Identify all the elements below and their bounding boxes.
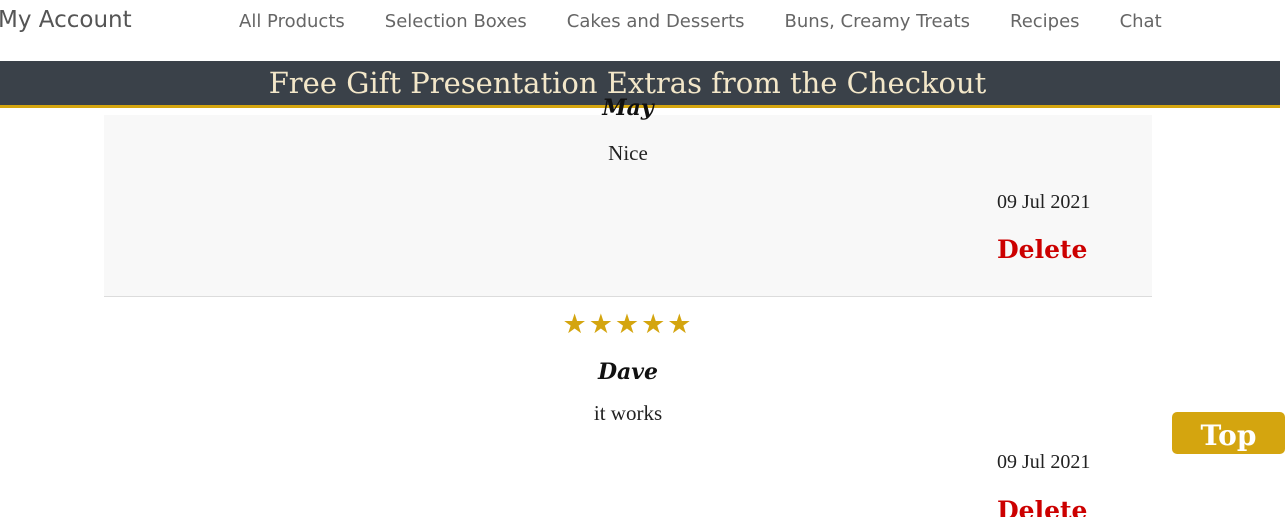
review-card: ★★★★★ Dave it works 09 Jul 2021 Delete (104, 297, 1152, 517)
back-to-top-button[interactable]: Top (1172, 412, 1285, 454)
nav-link-recipes[interactable]: Recipes (1010, 11, 1080, 32)
review-comment: Nice (608, 141, 648, 165)
star-rating: ★★★★★ (562, 309, 694, 339)
delete-review-button[interactable]: Delete (997, 496, 1087, 517)
review-date: 09 Jul 2021 (997, 191, 1091, 213)
my-account-link[interactable]: My Account (0, 7, 132, 33)
review-card: May Nice 09 Jul 2021 Delete (104, 95, 1152, 297)
nav-link-cakes-and-desserts[interactable]: Cakes and Desserts (567, 11, 745, 32)
nav-link-buns-creamy-treats[interactable]: Buns, Creamy Treats (785, 11, 970, 32)
nav-link-all-products[interactable]: All Products (239, 11, 345, 32)
reviewer-name: May (602, 95, 654, 121)
review-date: 09 Jul 2021 (997, 451, 1091, 473)
reviewer-name: Dave (597, 359, 659, 385)
top-navigation: My Account All Products Selection Boxes … (0, 0, 1287, 61)
review-comment: it works (593, 401, 663, 425)
nav-link-selection-boxes[interactable]: Selection Boxes (385, 11, 527, 32)
nav-link-chat[interactable]: Chat (1120, 11, 1162, 32)
delete-review-button[interactable]: Delete (997, 235, 1087, 264)
nav-links: All Products Selection Boxes Cakes and D… (239, 11, 1162, 32)
